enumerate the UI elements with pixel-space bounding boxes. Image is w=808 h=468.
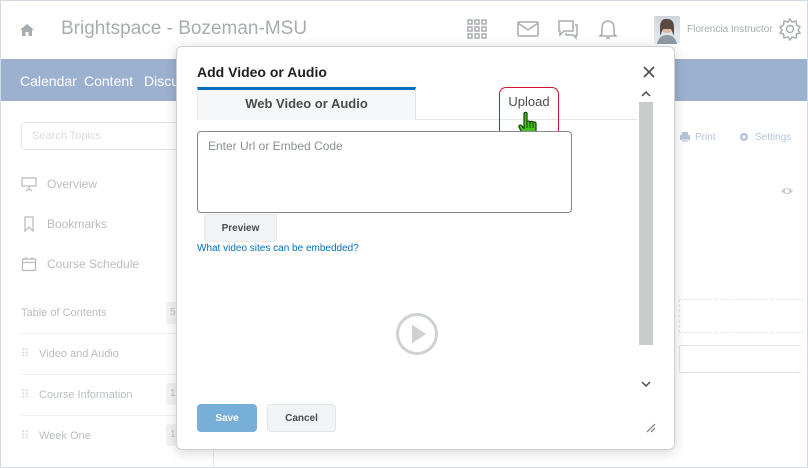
gear-icon[interactable] [778, 17, 802, 41]
drag-handle-icon[interactable]: ⠿ [21, 388, 31, 401]
home-icon[interactable] [19, 22, 35, 38]
print-label: Print [695, 131, 716, 143]
dialog-title: Add Video or Audio [197, 64, 327, 80]
toc-module-label: Video and Audio [39, 347, 119, 360]
sidebar-item-course-schedule[interactable]: Course Schedule [21, 256, 139, 272]
play-icon [396, 313, 438, 355]
close-icon[interactable] [642, 65, 656, 79]
org-title[interactable]: Brightspace - Bozeman-MSU [61, 18, 307, 40]
save-button[interactable]: Save [197, 404, 257, 432]
toc-label[interactable]: Table of Contents [21, 307, 107, 319]
sidebar-item-label: Overview [47, 177, 98, 191]
calendar-icon [21, 257, 37, 272]
chat-icon[interactable] [556, 17, 580, 41]
dialog-scrollbar[interactable] [638, 87, 654, 393]
print-icon [680, 132, 690, 142]
grid-icon[interactable] [465, 17, 489, 41]
embeddable-sites-link[interactable]: What video sites can be embedded? [197, 243, 359, 254]
presentation-icon [21, 177, 37, 192]
sidebar-item-label: Course Schedule [47, 257, 140, 271]
add-video-audio-dialog: Add Video or Audio Web Video or Audio Up… [176, 46, 675, 450]
preview-button[interactable]: Preview [204, 214, 277, 242]
scrollbar-thumb[interactable] [639, 102, 653, 345]
sidebar-item-bookmarks[interactable]: Bookmarks [21, 216, 107, 232]
nav-item-calendar[interactable]: Calendar [20, 73, 77, 89]
tab-list: Web Video or Audio Upload [197, 87, 637, 120]
mail-icon[interactable] [516, 17, 540, 41]
sidebar-item-overview[interactable]: Overview [21, 176, 97, 192]
nav-item-content[interactable]: Content [84, 73, 133, 89]
toc-module-label: Course Information [39, 388, 133, 401]
cancel-button[interactable]: Cancel [267, 404, 336, 432]
drag-handle-icon[interactable]: ⠿ [21, 347, 31, 360]
content-field [679, 345, 801, 373]
drop-zone [679, 299, 804, 333]
sidebar-item-label: Bookmarks [47, 217, 108, 231]
settings-button[interactable]: Settings [738, 131, 791, 143]
resize-handle-icon[interactable] [644, 421, 656, 433]
tab-web-video-audio[interactable]: Web Video or Audio [197, 87, 416, 120]
settings-gear-icon [740, 133, 748, 141]
chevron-down-icon[interactable] [638, 377, 654, 391]
chevron-up-icon[interactable] [638, 87, 654, 101]
drag-handle-icon[interactable]: ⠿ [21, 429, 31, 442]
settings-label: Settings [755, 131, 792, 143]
avatar[interactable] [654, 16, 680, 44]
toc-module-video-and-audio[interactable]: ⠿ Video and Audio [21, 333, 191, 373]
print-button[interactable]: Print [679, 131, 716, 143]
bookmark-icon [24, 216, 34, 232]
nav-item-discussions[interactable]: Discu [144, 73, 179, 89]
bell-icon[interactable] [596, 17, 620, 41]
eye-icon[interactable] [780, 186, 794, 196]
url-embed-input[interactable] [197, 131, 572, 213]
toc-module-label: Week One [39, 429, 91, 442]
search-placeholder: Search Topics [32, 130, 101, 142]
search-input[interactable]: Search Topics [21, 122, 191, 150]
user-name[interactable]: Florencia Instructor [687, 24, 773, 35]
